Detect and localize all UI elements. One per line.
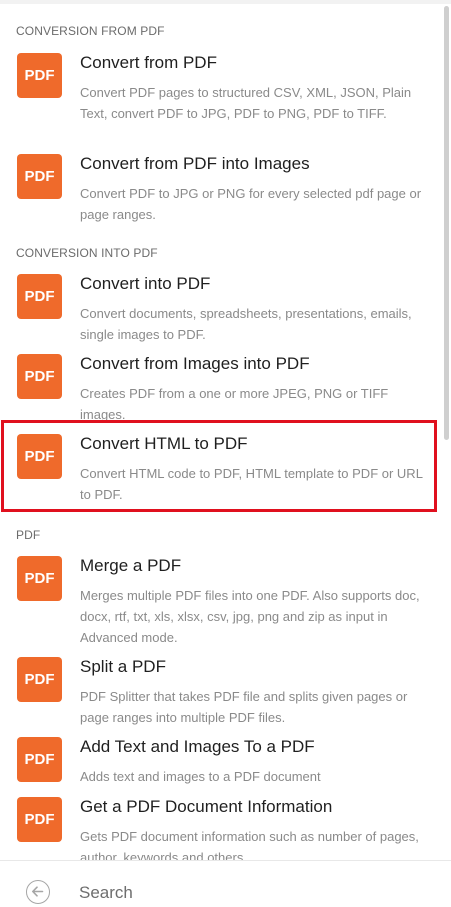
module-description: Creates PDF from a one or more JPEG, PNG… xyxy=(80,386,389,422)
module-title: Convert from PDF into Images xyxy=(80,154,310,173)
module-title: Convert into PDF xyxy=(80,274,211,293)
pdf-icon: PDF xyxy=(17,274,62,319)
module-description: Gets PDF document information such as nu… xyxy=(80,829,419,860)
module-title: Convert from PDF xyxy=(80,53,217,72)
module-picker-panel: CONVERSION FROM PDF PDF Convert from PDF… xyxy=(0,0,451,907)
section-header-conversion-into-pdf: CONVERSION INTO PDF xyxy=(16,246,158,260)
pdf-icon: PDF xyxy=(17,737,62,782)
module-description: Adds text and images to a PDF document xyxy=(80,769,321,784)
module-title: Get a PDF Document Information xyxy=(80,797,333,816)
scrollbar-thumb[interactable] xyxy=(444,6,449,440)
module-description: Merges multiple PDF files into one PDF. … xyxy=(80,588,420,645)
pdf-icon: PDF xyxy=(17,556,62,601)
back-arrow-icon xyxy=(31,886,44,897)
module-title: Split a PDF xyxy=(80,657,166,676)
module-list[interactable]: CONVERSION FROM PDF PDF Convert from PDF… xyxy=(0,0,451,860)
pdf-icon: PDF xyxy=(17,797,62,842)
module-description: Convert PDF to JPG or PNG for every sele… xyxy=(80,186,422,222)
search-footer xyxy=(0,860,451,907)
module-title: Merge a PDF xyxy=(80,556,182,575)
module-description: PDF Splitter that takes PDF file and spl… xyxy=(80,689,408,725)
module-title: Convert from Images into PDF xyxy=(80,354,310,373)
module-description: Convert documents, spreadsheets, present… xyxy=(80,306,412,342)
back-button[interactable] xyxy=(26,880,50,904)
pdf-icon: PDF xyxy=(17,154,62,199)
section-header-conversion-from-pdf: CONVERSION FROM PDF xyxy=(16,24,165,38)
search-input[interactable] xyxy=(79,882,419,904)
module-description: Convert PDF pages to structured CSV, XML… xyxy=(80,85,412,121)
pdf-icon: PDF xyxy=(17,354,62,399)
pdf-icon: PDF xyxy=(17,53,62,98)
pdf-icon: PDF xyxy=(17,657,62,702)
module-title: Add Text and Images To a PDF xyxy=(80,737,315,756)
section-header-pdf: PDF xyxy=(16,528,41,542)
selection-highlight-box xyxy=(1,420,437,512)
